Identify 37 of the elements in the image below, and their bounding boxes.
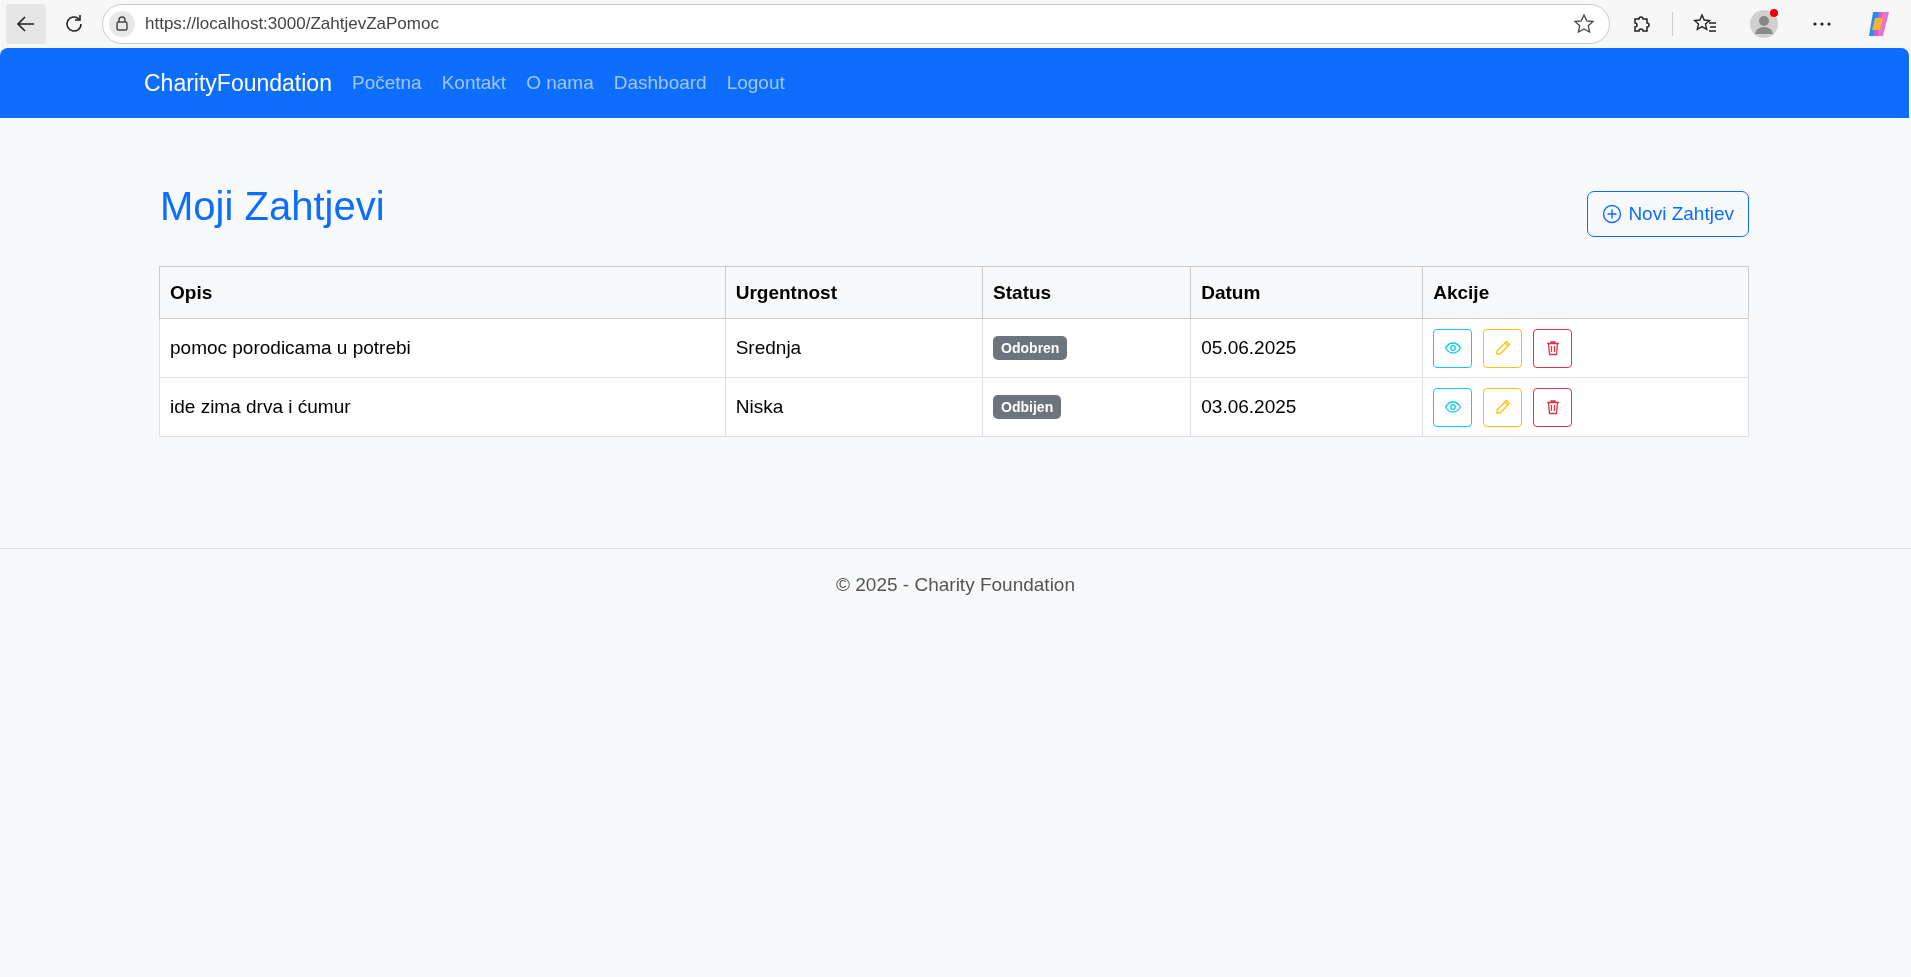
status-badge: Odobren <box>993 336 1068 360</box>
nav-link[interactable]: Početna <box>351 72 422 94</box>
column-header: Urgentnost <box>725 266 983 319</box>
new-request-button[interactable]: Novi Zahtjev <box>1587 191 1749 237</box>
column-header: Akcije <box>1422 266 1749 319</box>
delete-button[interactable] <box>1533 387 1573 427</box>
lock-icon <box>109 11 135 37</box>
page-title: Moji Zahtjevi <box>160 183 385 229</box>
eye-icon <box>1443 339 1462 357</box>
url-text: https://localhost:3000/ZahtjevZaPomoc <box>145 14 439 34</box>
footer-text: © 2025 - Charity Foundation <box>836 574 1075 595</box>
pencil-icon <box>1493 339 1512 357</box>
pencil-icon <box>1493 398 1512 416</box>
nav-link[interactable]: O nama <box>526 72 594 94</box>
delete-button[interactable] <box>1533 328 1573 368</box>
nav-link[interactable]: Dashboard <box>613 72 707 94</box>
nav-link[interactable]: Kontakt <box>441 72 507 94</box>
status-badge: Odbijen <box>993 395 1062 419</box>
table-cell: 05.06.2025 <box>1190 318 1423 378</box>
profile-avatar-icon[interactable] <box>1749 9 1779 39</box>
reload-icon <box>63 13 85 35</box>
column-header: Datum <box>1190 266 1423 319</box>
column-header: Status <box>982 266 1191 319</box>
table-cell: pomoc porodicama u potrebi <box>159 318 726 378</box>
nav-link[interactable]: Logout <box>726 72 785 94</box>
brand-link[interactable]: CharityFoundation <box>144 69 332 97</box>
table-cell: Niska <box>725 377 983 437</box>
column-header: Opis <box>159 266 726 319</box>
back-button[interactable] <box>6 4 46 44</box>
eye-icon <box>1443 398 1462 416</box>
favorites-icon[interactable] <box>1693 13 1717 35</box>
address-bar[interactable]: https://localhost:3000/ZahtjevZaPomoc <box>102 4 1610 44</box>
table-cell: Srednja <box>725 318 983 378</box>
table-cell: ide zima drva i ćumur <box>159 377 726 437</box>
table-cell: 03.06.2025 <box>1190 377 1423 437</box>
star-icon[interactable] <box>1573 13 1595 35</box>
plus-circle-icon <box>1602 204 1623 224</box>
